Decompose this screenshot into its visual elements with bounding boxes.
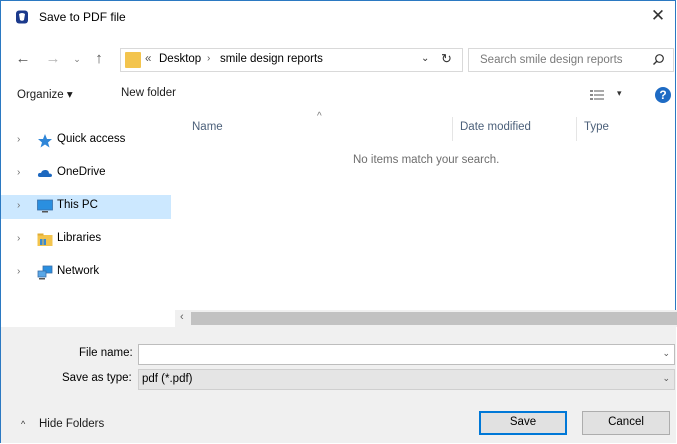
chevron-down-icon[interactable]: ⌄ (662, 373, 670, 384)
refresh-button[interactable]: ↻ (441, 51, 452, 67)
column-divider[interactable] (576, 117, 577, 141)
nav-item-label: Quick access (57, 133, 126, 145)
view-options-icon[interactable] (590, 89, 604, 101)
address-dropdown-button[interactable]: ⌄ (421, 53, 429, 64)
network-icon (37, 265, 53, 280)
save-button[interactable]: Save (479, 411, 567, 435)
empty-list-message: No items match your search. (353, 154, 500, 166)
save-as-type-value: pdf (*.pdf) (142, 373, 193, 385)
save-as-type-select[interactable]: pdf (*.pdf) ⌄ (138, 369, 675, 390)
nav-item-label: This PC (57, 199, 98, 211)
expand-chevron-icon[interactable]: › (17, 266, 20, 277)
save-options-panel: File name: ⌄ Save as type: pdf (*.pdf) ⌄… (1, 327, 676, 443)
scroll-left-button[interactable]: ‹ (180, 311, 184, 323)
nav-item-quick-access[interactable]: › Quick access (1, 129, 171, 153)
file-name-input[interactable]: ⌄ (138, 344, 675, 365)
view-options-dropdown[interactable]: ▾ (617, 88, 622, 99)
search-placeholder: Search smile design reports (480, 54, 623, 66)
sort-ascending-icon: ^ (317, 111, 322, 122)
folder-icon (125, 52, 141, 68)
column-divider[interactable] (452, 117, 453, 141)
new-folder-button[interactable]: New folder (121, 87, 176, 99)
breadcrumb-overflow[interactable]: « (145, 53, 151, 65)
cancel-button[interactable]: Cancel (582, 411, 670, 435)
search-icon[interactable] (652, 53, 665, 66)
address-row: ← → ⌄ ↑ « Desktop › smile design reports… (1, 47, 675, 73)
breadcrumb-desktop[interactable]: Desktop (159, 53, 201, 65)
cloud-icon (37, 169, 52, 177)
file-name-label: File name: (79, 347, 133, 359)
search-input[interactable]: Search smile design reports (468, 48, 674, 72)
app-logo-icon (16, 10, 28, 24)
file-list: ^ Name Date modified Type No items match… (175, 111, 677, 327)
column-header-type[interactable]: Type (584, 121, 609, 133)
star-icon (38, 134, 52, 148)
expand-chevron-icon[interactable]: › (17, 200, 20, 211)
recent-locations-button[interactable]: ⌄ (71, 50, 83, 68)
hide-folders-label: Hide Folders (39, 418, 105, 430)
nav-item-network[interactable]: › Network (1, 261, 171, 285)
nav-item-this-pc[interactable]: › This PC (1, 195, 171, 219)
address-bar[interactable]: « Desktop › smile design reports ⌄ ↻ (120, 48, 463, 72)
close-button[interactable]: ✕ (647, 5, 669, 27)
help-icon[interactable]: ? (655, 87, 671, 103)
title-bar: Save to PDF file ✕ (1, 1, 675, 33)
forward-button[interactable]: → (45, 50, 61, 68)
up-button[interactable]: ↑ (91, 50, 107, 68)
expand-chevron-icon[interactable]: › (17, 134, 20, 145)
back-button[interactable]: ← (15, 50, 31, 68)
file-name-dropdown-button[interactable]: ⌄ (662, 348, 670, 359)
breadcrumb-separator: › (207, 53, 211, 64)
monitor-icon (37, 199, 53, 213)
navigation-pane: › Quick access › OneDrive › This PC › Li… (1, 117, 173, 315)
nav-item-label: Network (57, 265, 100, 277)
expand-chevron-icon[interactable]: › (17, 233, 20, 244)
nav-item-label: OneDrive (57, 166, 106, 178)
column-header-name[interactable]: Name (192, 121, 223, 133)
save-as-type-label: Save as type: (62, 372, 132, 384)
horizontal-scrollbar[interactable]: ‹ (175, 310, 677, 327)
window-title: Save to PDF file (39, 10, 126, 24)
collapse-caret-icon: ^ (21, 419, 26, 429)
scrollbar-thumb[interactable] (191, 312, 677, 325)
save-dialog: Save to PDF file ✕ ← → ⌄ ↑ « Desktop › s… (0, 0, 677, 443)
expand-chevron-icon[interactable]: › (17, 167, 20, 178)
library-folder-icon (37, 233, 53, 246)
nav-item-libraries[interactable]: › Libraries (1, 228, 171, 252)
nav-item-onedrive[interactable]: › OneDrive (1, 162, 171, 186)
command-bar: Organize ▾ New folder ▾ ? (1, 83, 675, 109)
organize-button[interactable]: Organize ▾ (17, 87, 73, 101)
nav-item-label: Libraries (57, 232, 102, 244)
column-header-date-modified[interactable]: Date modified (460, 121, 531, 133)
breadcrumb-current-folder[interactable]: smile design reports (220, 53, 323, 65)
